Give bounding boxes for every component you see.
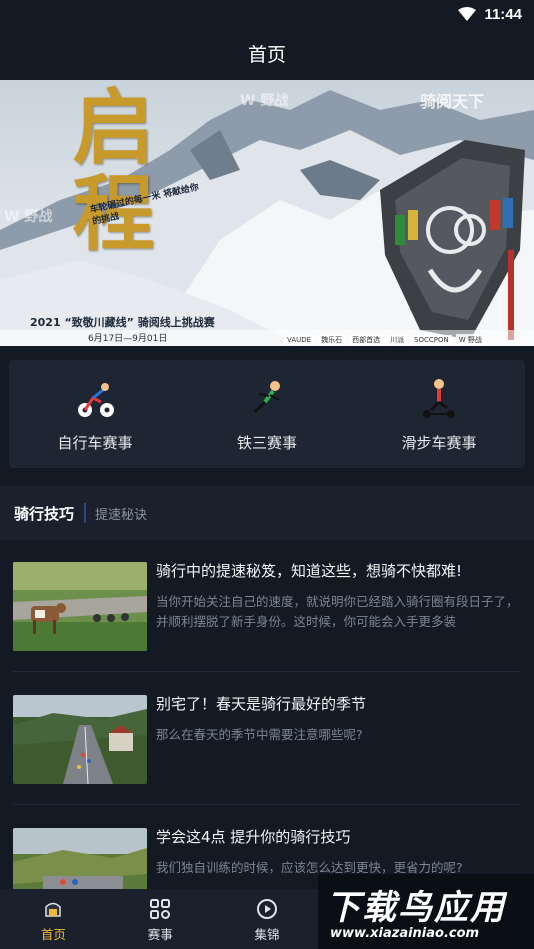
category-label: 滑步车赛事: [401, 434, 477, 452]
sponsor-logo: 西部首选: [349, 334, 384, 346]
article-item[interactable]: 别宅了！春天是骑行最好的季节 那么在春天的季节中需要注意哪些呢?: [0, 673, 534, 805]
home-icon: [45, 902, 62, 917]
wifi-icon: [458, 7, 477, 21]
banner-date: 6月17日—9月01日: [88, 334, 168, 344]
grid-icon: [150, 899, 171, 919]
triathlon-runner-icon: [253, 381, 280, 414]
sponsor-logo: W 野战: [455, 334, 485, 346]
section-header: 骑行技巧 提速秘诀: [0, 486, 534, 540]
article-description: 当你开始关注自己的速度，就说明你已经踏入骑行圈有段日子了，并顺利摆脱了新手身份。…: [156, 594, 519, 629]
article-thumbnail: [13, 695, 147, 784]
sponsor-logo: 魏乐石: [318, 334, 346, 346]
sponsor-logo: 川派: [387, 334, 408, 346]
category-cycling[interactable]: 自行车赛事: [9, 360, 181, 468]
status-bar: 11:44: [0, 0, 534, 28]
article-title: 骑行中的提速秘笈，知道这些，想骑不快都难!: [156, 562, 463, 580]
sponsor-logo: VAUDE: [284, 335, 315, 345]
banner-watermark: W 野战: [4, 209, 53, 225]
section-title[interactable]: 骑行技巧: [14, 503, 74, 524]
app-bar: 首页: [0, 28, 534, 78]
banner-sponsor-logos: VAUDE 魏乐石 西部首选 川派 SOCCPON W 野战: [284, 334, 485, 346]
section-divider: [84, 503, 87, 523]
balance-bike-icon: [423, 379, 455, 418]
article-item[interactable]: 骑行中的提速秘笈，知道这些，想骑不快都难! 当你开始关注自己的速度，就说明你已经…: [0, 540, 534, 672]
play-icon: [256, 899, 277, 919]
site-watermark: 下载鸟应用 www.xiazainiao.com: [318, 874, 534, 949]
tab-highlights[interactable]: 集锦: [214, 889, 321, 949]
banner-brand: 骑阅天下: [420, 92, 485, 111]
divider: [13, 671, 521, 672]
category-card: 自行车赛事 铁三赛事 滑步车赛事: [9, 360, 525, 468]
status-time: 11:44: [484, 5, 522, 23]
watermark-text: 下载鸟应用: [326, 888, 506, 928]
category-label: 铁三赛事: [236, 434, 297, 452]
banner-subtitle: 2021 “致敬川藏线” 骑阅线上挑战赛: [30, 316, 215, 329]
tab-events[interactable]: 赛事: [107, 889, 214, 949]
bicycle-rider-icon: [78, 383, 114, 417]
page-title: 首页: [247, 43, 286, 66]
banner-watermark: W 野战: [240, 93, 289, 109]
tab-label: 首页: [40, 927, 66, 942]
tab-home[interactable]: 首页: [0, 889, 107, 949]
tab-label: 赛事: [147, 927, 173, 942]
article-title: 别宅了！春天是骑行最好的季节: [156, 695, 367, 713]
article-description: 那么在春天的季节中需要注意哪些呢?: [156, 727, 363, 742]
tab-label: 集锦: [254, 927, 280, 942]
banner-headline: 启程: [58, 84, 154, 256]
category-label: 自行车赛事: [57, 434, 133, 452]
article-thumbnail: [13, 562, 147, 651]
category-triathlon[interactable]: 铁三赛事: [181, 360, 353, 468]
category-balance-bike[interactable]: 滑步车赛事: [353, 360, 525, 468]
watermark-url: www.xiazainiao.com: [330, 926, 480, 941]
banner-carousel[interactable]: 启程 车轮碾过的每一米 将献给你的挑战 2021 “致敬川藏线” 骑阅线上挑战赛…: [0, 80, 534, 346]
section-subtitle[interactable]: 提速秘诀: [95, 504, 147, 523]
article-title: 学会这4点 提升你的骑行技巧: [156, 828, 351, 846]
sponsor-logo: SOCCPON: [411, 335, 452, 345]
divider: [13, 804, 521, 805]
